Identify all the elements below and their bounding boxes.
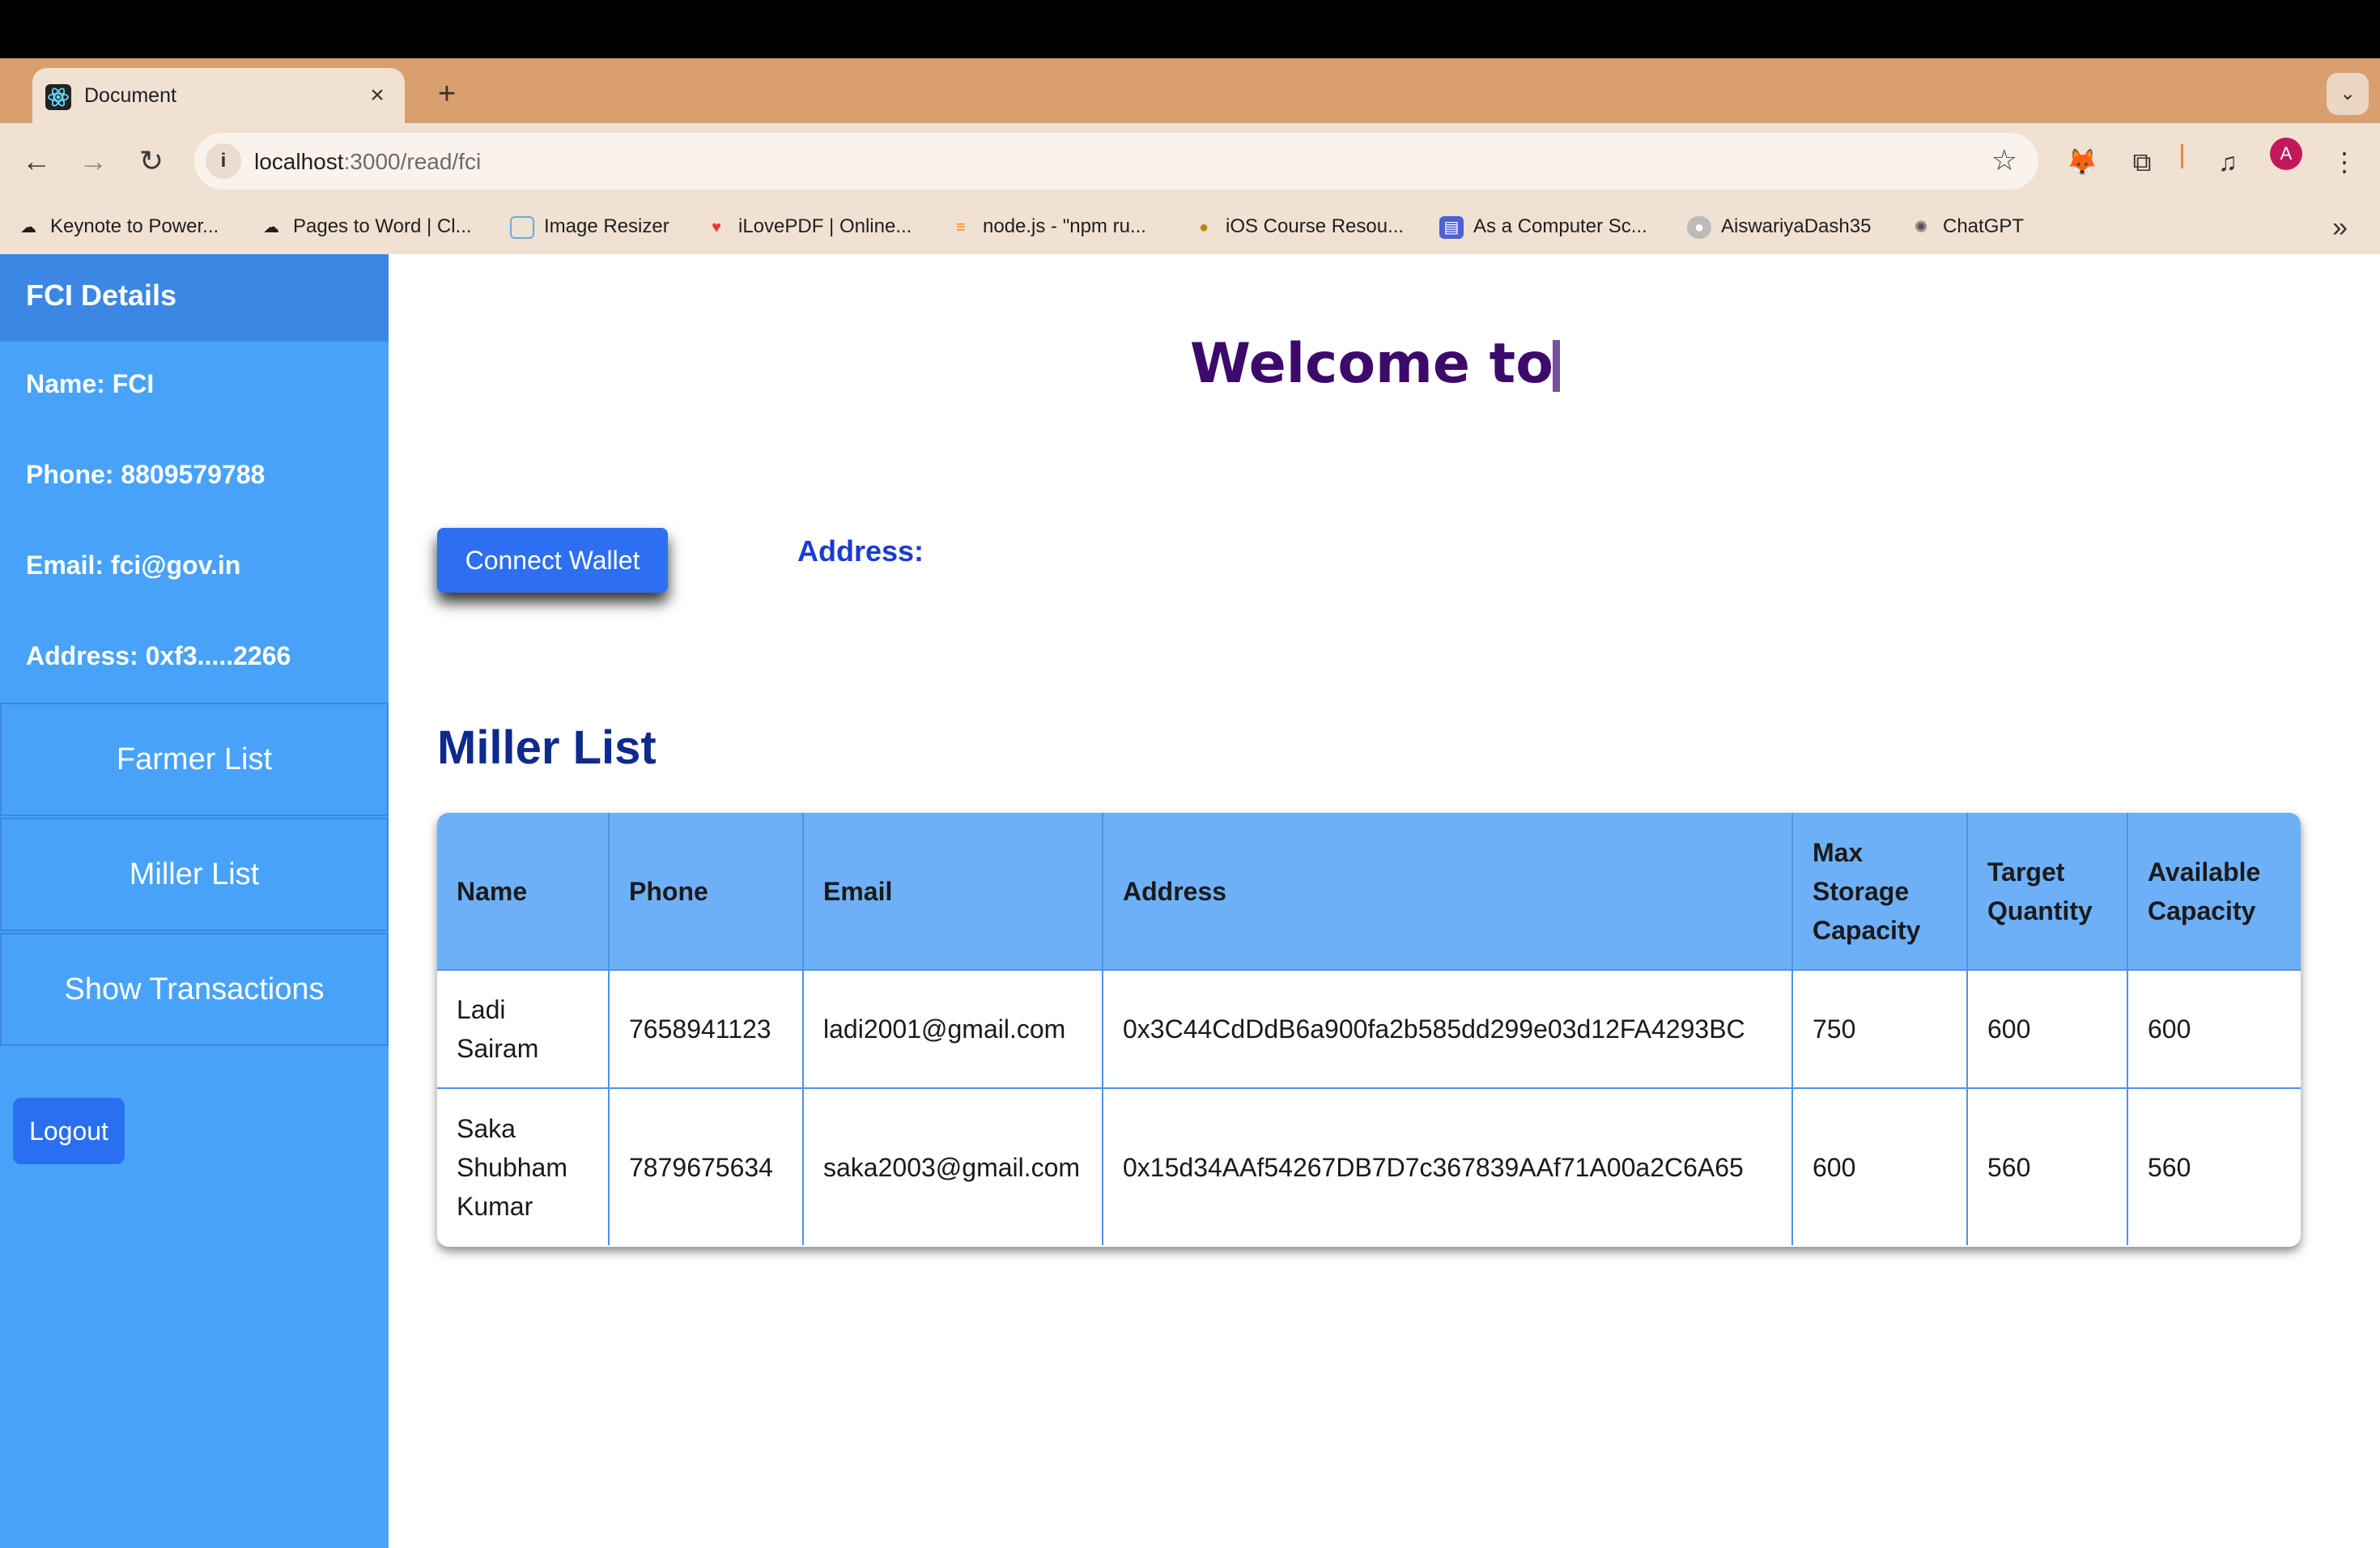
sidebar-header: FCI Details bbox=[0, 254, 389, 342]
bookmark-item[interactable]: ▤ As a Computer Sc... bbox=[1439, 214, 1647, 240]
cell-phone: 7879675634 bbox=[609, 1087, 804, 1245]
fci-email: Email: fci@gov.in bbox=[26, 551, 241, 580]
cell-email: ladi2001@gmail.com bbox=[803, 969, 1103, 1088]
sidebar: FCI Details Name: FCI Phone: 8809579788 … bbox=[0, 254, 389, 1548]
profile-avatar[interactable]: A bbox=[2270, 138, 2302, 170]
miller-list-button[interactable]: Miller List bbox=[0, 818, 389, 931]
bookmark-label: node.js - "npm ru... bbox=[983, 215, 1146, 237]
fci-phone: Phone: 8809579788 bbox=[26, 460, 266, 489]
course-icon: ● bbox=[1198, 218, 1209, 236]
cloud-icon: ☁ bbox=[263, 218, 279, 236]
main-content: Welcome to Connect Wallet Address: Mille… bbox=[389, 254, 2380, 1548]
column-header-target-quantity: Target Quantity bbox=[1967, 813, 2128, 970]
bookmark-item[interactable]: ● AiswariyaDash35 bbox=[1687, 214, 1871, 240]
column-header-email: Email bbox=[803, 813, 1103, 970]
url-text[interactable]: localhost:3000/read/fci bbox=[254, 149, 481, 175]
url-path: :3000/read/fci bbox=[343, 149, 482, 174]
bookmark-label: iLovePDF | Online... bbox=[738, 215, 912, 237]
bookmarks-bar: ☁ Keynote to Power... ☁ Pages to Word | Cl… bbox=[0, 199, 2380, 254]
bookmark-label: Keynote to Power... bbox=[50, 215, 219, 237]
sidebar-title: FCI Details bbox=[26, 279, 177, 312]
column-header-available-capacity: Available Capacity bbox=[2127, 813, 2301, 970]
fci-name: Name: FCI bbox=[26, 369, 155, 398]
cell-available-capacity: 560 bbox=[2127, 1087, 2301, 1245]
table-header-row: Name Phone Email Address Max Storage Capac… bbox=[437, 813, 2301, 970]
column-header-address: Address bbox=[1103, 813, 1793, 970]
bookmark-item[interactable]: ♥ iLovePDF | Online... bbox=[704, 214, 912, 240]
fci-address: Address: 0xf3.....2266 bbox=[26, 641, 291, 670]
bookmark-label: Pages to Word | Cl... bbox=[293, 215, 472, 237]
github-icon: ● bbox=[1687, 215, 1711, 239]
extensions-puzzle-icon[interactable]: ⧉ bbox=[2121, 141, 2163, 183]
cell-email: saka2003@gmail.com bbox=[803, 1087, 1103, 1245]
page-viewport: FCI Details Name: FCI Phone: 8809579788 … bbox=[0, 254, 2380, 1548]
close-tab-icon[interactable]: × bbox=[361, 79, 393, 112]
connect-wallet-button[interactable]: Connect Wallet bbox=[437, 528, 668, 593]
cell-target-quantity: 560 bbox=[1967, 1087, 2128, 1245]
cell-name: Ladi Sairam bbox=[437, 969, 610, 1088]
cloud-icon: ☁ bbox=[20, 218, 36, 236]
cell-phone: 7658941123 bbox=[609, 969, 804, 1088]
url-host: localhost bbox=[254, 149, 344, 174]
welcome-heading: Welcome to bbox=[1190, 332, 1553, 396]
cell-address: 0x15d34AAf54267DB7D7c367839AAf71A00a2C6A… bbox=[1103, 1087, 1793, 1245]
bookmark-star-icon[interactable]: ☆ bbox=[1991, 144, 2017, 176]
column-header-name: Name bbox=[437, 813, 610, 970]
column-header-max-storage: Max Storage Capacity bbox=[1792, 813, 1968, 970]
tab-strip: Document × + ⌄ bbox=[0, 58, 2380, 123]
browser-menu-icon[interactable]: ⋮ bbox=[2323, 141, 2365, 183]
site-info-icon[interactable]: i bbox=[206, 143, 241, 179]
cell-max-storage: 600 bbox=[1792, 1087, 1968, 1245]
bookmark-label: ChatGPT bbox=[1943, 215, 2025, 237]
heart-icon: ♥ bbox=[712, 218, 721, 236]
chevron-down-icon[interactable]: ⌄ bbox=[2327, 73, 2369, 115]
cell-available-capacity: 600 bbox=[2127, 969, 2301, 1088]
browser-chrome: Document × + ⌄ ← → ↻ i localhost:3000/re… bbox=[0, 58, 2380, 254]
bookmark-item[interactable]: ☁ Pages to Word | Cl... bbox=[259, 214, 472, 240]
typing-cursor bbox=[1553, 340, 1560, 392]
toolbar-divider bbox=[2181, 144, 2183, 168]
printer-icon: ▤ bbox=[1439, 215, 1464, 239]
bookmark-label: AiswariyaDash35 bbox=[1721, 215, 1872, 237]
logout-button[interactable]: Logout bbox=[13, 1098, 125, 1164]
react-icon bbox=[45, 84, 71, 110]
os-menu-bar bbox=[0, 0, 2380, 58]
bookmark-item[interactable]: ☁ Keynote to Power... bbox=[16, 214, 219, 240]
miller-list-title: Miller List bbox=[437, 721, 657, 774]
new-tab-button[interactable]: + bbox=[424, 71, 470, 117]
forward-arrow-icon[interactable]: → bbox=[73, 141, 113, 181]
wallet-address-label: Address: bbox=[797, 534, 924, 568]
bookmark-item[interactable]: Image Resizer bbox=[510, 214, 669, 240]
tab-title: Document bbox=[84, 84, 176, 107]
bookmark-item[interactable]: ✺ ChatGPT bbox=[1909, 214, 2024, 240]
show-transactions-button[interactable]: Show Transactions bbox=[0, 933, 389, 1046]
cell-name: Saka Shubham Kumar bbox=[437, 1087, 610, 1245]
table-row: Saka Shubham Kumar 7879675634 saka2003@gma… bbox=[437, 1087, 2301, 1245]
reload-icon[interactable]: ↻ bbox=[131, 141, 172, 181]
miller-table: Name Phone Email Address Max Storage Capac… bbox=[437, 813, 2301, 1247]
browser-toolbar: ← → ↻ i localhost:3000/read/fci ☆ 🦊 ⧉ ♫ … bbox=[0, 123, 2380, 199]
bookmark-label: iOS Course Resou... bbox=[1226, 215, 1405, 237]
cell-max-storage: 750 bbox=[1792, 969, 1968, 1088]
address-bar[interactable]: i localhost:3000/read/fci ☆ bbox=[194, 133, 2038, 189]
stackoverflow-icon: ≡ bbox=[956, 218, 966, 236]
media-control-icon[interactable]: ♫ bbox=[2207, 141, 2249, 183]
chatgpt-icon: ✺ bbox=[1914, 218, 1928, 236]
cell-target-quantity: 600 bbox=[1967, 969, 2128, 1088]
tab-document[interactable]: Document × bbox=[32, 68, 405, 123]
bookmark-label: Image Resizer bbox=[544, 215, 669, 237]
back-arrow-icon[interactable]: ← bbox=[16, 141, 57, 181]
metamask-fox-icon[interactable]: 🦊 bbox=[2061, 141, 2103, 183]
more-bookmarks-icon[interactable]: » bbox=[2332, 212, 2348, 244]
bookmark-item[interactable]: ≡ node.js - "npm ru... bbox=[949, 214, 1146, 240]
bookmark-label: As a Computer Sc... bbox=[1473, 215, 1647, 237]
cell-address: 0x3C44CdDdB6a900fa2b585dd299e03d12FA4293… bbox=[1103, 969, 1793, 1088]
farmer-list-button[interactable]: Farmer List bbox=[0, 703, 389, 816]
column-header-phone: Phone bbox=[609, 813, 804, 970]
table-row: Ladi Sairam 7658941123 ladi2001@gmail.com… bbox=[437, 969, 2301, 1088]
image-icon bbox=[510, 215, 534, 239]
bookmark-item[interactable]: ● iOS Course Resou... bbox=[1192, 214, 1404, 240]
